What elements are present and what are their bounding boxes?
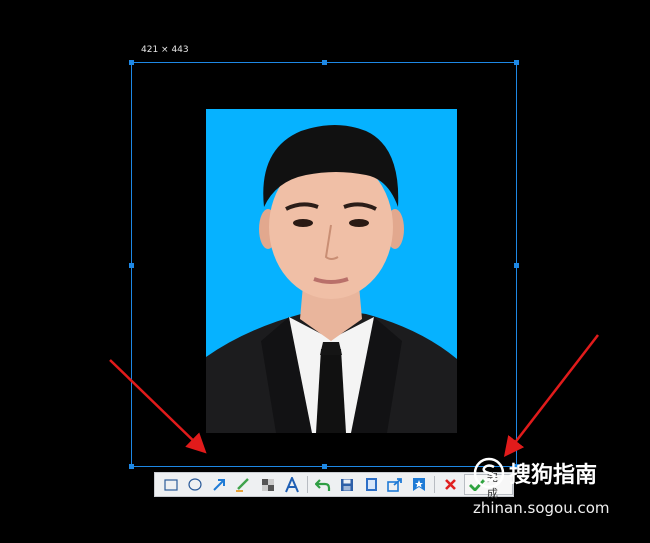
- red-arrow-right: [503, 334, 599, 457]
- sogou-logo-icon: [473, 457, 505, 489]
- watermark-brand: 搜狗指南: [473, 457, 597, 489]
- watermark-url: zhinan.sogou.com: [473, 499, 610, 517]
- red-arrow-left: [109, 359, 207, 454]
- watermark-brand-text: 搜狗指南: [509, 463, 598, 488]
